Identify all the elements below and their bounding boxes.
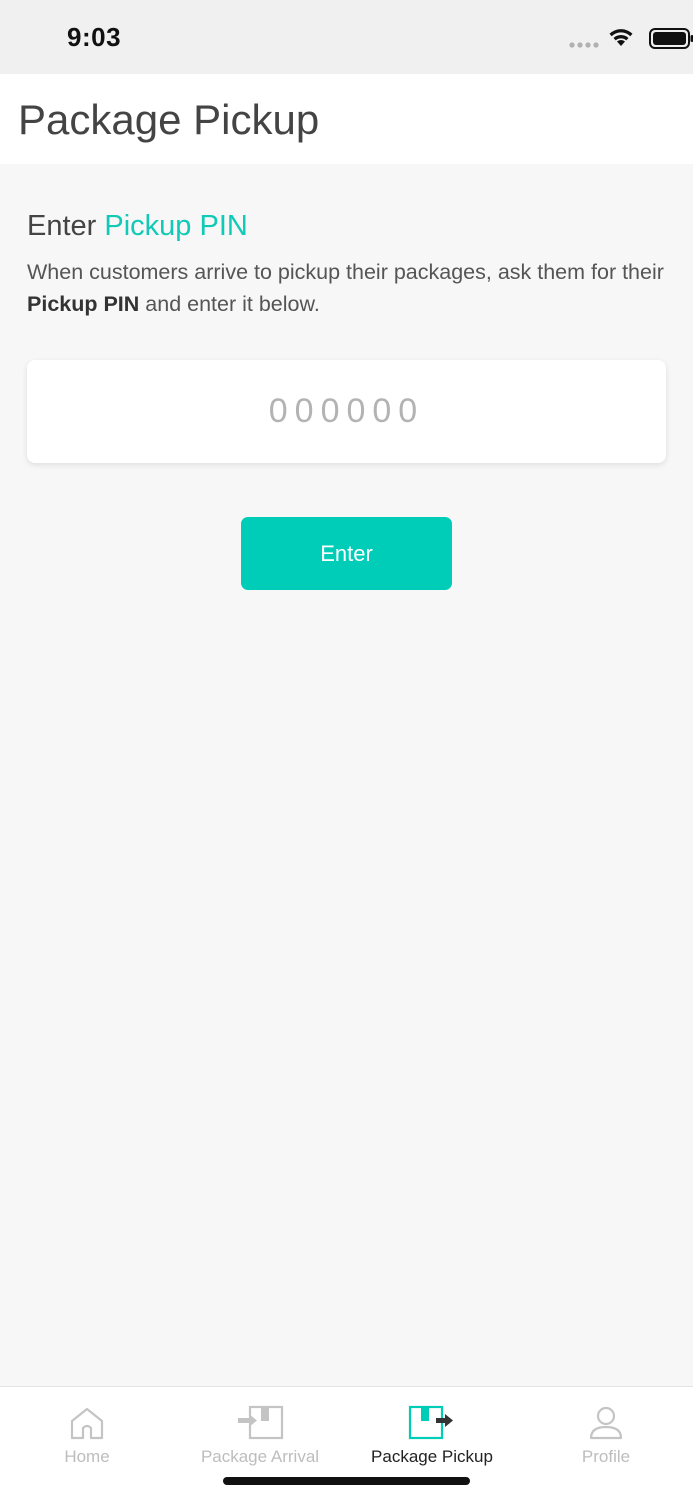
home-icon [69, 1405, 105, 1441]
tab-package-arrival-label: Package Arrival [200, 1447, 320, 1466]
heading-prefix: Enter [27, 210, 97, 242]
tab-profile-label: Profile [581, 1447, 631, 1466]
tab-profile[interactable]: Profile [546, 1387, 666, 1477]
package-pickup-icon [408, 1405, 456, 1441]
pin-card [27, 360, 666, 463]
battery-icon [649, 28, 693, 49]
main-content: Enter Pickup PIN When customers arrive t… [0, 164, 693, 1386]
tab-home[interactable]: Home [27, 1387, 147, 1477]
package-arrival-icon [236, 1405, 284, 1441]
description-part1: When customers arrive to pickup their pa… [27, 260, 664, 284]
tab-package-pickup[interactable]: Package Pickup [352, 1387, 512, 1477]
page-title: Package Pickup [18, 96, 320, 143]
heading-accent: Pickup PIN [104, 210, 248, 242]
enter-button[interactable]: Enter [241, 517, 452, 590]
tab-package-arrival[interactable]: Package Arrival [180, 1387, 340, 1477]
pickup-pin-input[interactable] [27, 360, 666, 463]
instructions-text: When customers arrive to pickup their pa… [27, 256, 667, 320]
profile-icon [588, 1405, 624, 1441]
status-time: 9:03 [67, 22, 122, 52]
tab-package-pickup-label: Package Pickup [371, 1447, 493, 1466]
home-indicator[interactable] [223, 1477, 470, 1485]
header: Package Pickup [0, 74, 693, 164]
tab-home-label: Home [64, 1447, 110, 1466]
description-part2: and enter it below. [139, 292, 320, 316]
section-heading: Enter Pickup PIN [27, 210, 248, 243]
cellular-signal-icon [569, 42, 599, 48]
status-bar: 9:03 [0, 0, 693, 74]
description-bold: Pickup PIN [27, 292, 140, 316]
wifi-icon [609, 29, 633, 46]
